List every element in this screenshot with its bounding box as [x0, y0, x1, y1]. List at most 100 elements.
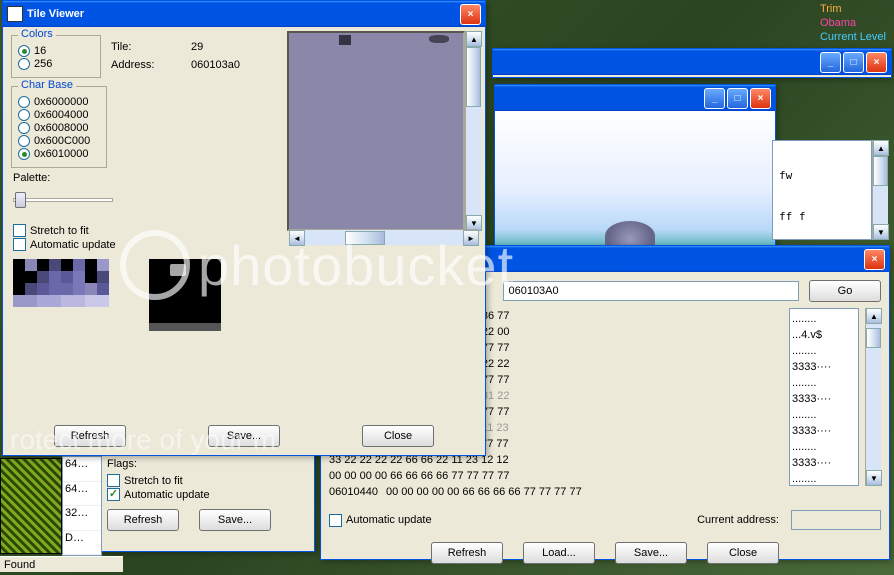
swatch[interactable] [85, 295, 97, 307]
textbox-fragment: fw ff f [772, 140, 872, 240]
swatch[interactable] [73, 271, 85, 283]
swatch[interactable] [49, 283, 61, 295]
radio-charbase-3[interactable]: 0x600C000 [18, 135, 100, 147]
swatch[interactable] [73, 295, 85, 307]
tile-preview-canvas[interactable] [287, 31, 465, 231]
bg-titlebar[interactable]: _ □ × [493, 49, 891, 75]
auto-check[interactable]: Automatic update [107, 488, 308, 501]
address-input[interactable] [503, 281, 799, 301]
refresh-button[interactable]: Refresh [431, 542, 503, 564]
scroll-down[interactable]: ▼ [866, 470, 882, 486]
scroll-track[interactable] [873, 156, 888, 224]
side-item: 64… [63, 457, 101, 482]
minimize-button[interactable]: _ [820, 52, 841, 73]
minimap [0, 458, 62, 554]
stretch-label: Stretch to fit [30, 225, 89, 237]
ascii-panel: ...........4.v$........3333····........3… [789, 308, 859, 486]
swatch[interactable] [25, 283, 37, 295]
scroll-up[interactable]: ▲ [466, 31, 482, 47]
palette-slider[interactable] [13, 188, 113, 210]
swatch[interactable] [49, 295, 61, 307]
swatch[interactable] [13, 283, 25, 295]
radio-charbase-4[interactable]: 0x6010000 [18, 148, 100, 160]
swatch[interactable] [73, 283, 85, 295]
close-button[interactable]: × [750, 88, 771, 109]
go-button[interactable]: Go [809, 280, 881, 302]
swatch[interactable] [61, 271, 73, 283]
tile-label: Tile: [111, 41, 191, 53]
swatch[interactable] [61, 283, 73, 295]
radio-charbase-0[interactable]: 0x6000000 [18, 96, 100, 108]
stretch-check[interactable]: Stretch to fit [13, 224, 281, 237]
addr-label: Address: [111, 59, 191, 71]
swatch[interactable] [85, 271, 97, 283]
swatch[interactable] [37, 283, 49, 295]
preview-hscroll[interactable]: ◄ ► [289, 229, 479, 245]
swatch[interactable] [73, 259, 85, 271]
save-button[interactable]: Save... [615, 542, 687, 564]
side-column: 64…64…32…D… [62, 456, 102, 556]
swatch[interactable] [97, 259, 109, 271]
swatch[interactable] [13, 295, 25, 307]
swatch[interactable] [49, 259, 61, 271]
close-button[interactable]: Close [707, 542, 779, 564]
radio-256[interactable]: 256 [18, 58, 94, 70]
swatch[interactable] [49, 271, 61, 283]
game-trim: Trim [820, 2, 886, 16]
refresh-button[interactable]: Refresh [54, 425, 126, 447]
scroll-up[interactable]: ▲ [873, 140, 889, 156]
palette-swatches[interactable] [13, 259, 109, 331]
swatch[interactable] [97, 295, 109, 307]
swatch[interactable] [25, 259, 37, 271]
swatch[interactable] [97, 271, 109, 283]
swatch[interactable] [13, 259, 25, 271]
scroll-down[interactable]: ▼ [873, 224, 889, 240]
refresh-button[interactable]: Refresh [107, 509, 179, 531]
swatch[interactable] [61, 259, 73, 271]
hex-scroll[interactable]: ▲ ▼ [865, 308, 881, 486]
close-button[interactable]: × [866, 52, 887, 73]
swatch[interactable] [85, 259, 97, 271]
scroll-right[interactable]: ► [463, 230, 479, 246]
swatch[interactable] [61, 295, 73, 307]
auto-check[interactable]: Automatic update [13, 238, 281, 251]
swatch[interactable] [97, 283, 109, 295]
current-addr-label: Current address: [697, 514, 779, 526]
hex-row[interactable]: 00 00 00 00 66 66 66 66 77 77 77 77 [329, 468, 783, 484]
auto-update-check[interactable]: Automatic update [329, 514, 432, 527]
game-info-panel: Trim Obama Current Level [812, 0, 894, 46]
save-button[interactable]: Save... [208, 425, 280, 447]
colors-legend: Colors [18, 28, 56, 40]
frag-scroll[interactable]: ▲ ▼ [872, 140, 888, 240]
save-button[interactable]: Save... [199, 509, 271, 531]
close-button[interactable]: × [460, 4, 481, 25]
minimize-button[interactable]: _ [704, 88, 725, 109]
swatch[interactable] [13, 271, 25, 283]
swatch[interactable] [25, 295, 37, 307]
swatch[interactable] [37, 295, 49, 307]
close-button[interactable]: Close [362, 425, 434, 447]
preview-vscroll[interactable]: ▲ ▼ [465, 31, 481, 231]
hex-addr-row: 06010440 00 00 00 00 00 66 66 66 66 77 7… [329, 484, 783, 500]
swatch[interactable] [85, 283, 97, 295]
tile-zoom [149, 259, 221, 331]
maximize-button[interactable]: □ [843, 52, 864, 73]
maximize-button[interactable]: □ [727, 88, 748, 109]
swatch[interactable] [25, 271, 37, 283]
game-level: Current Level [820, 30, 886, 44]
radio-16[interactable]: 16 [18, 45, 94, 57]
close-button[interactable]: × [864, 249, 885, 270]
radio-charbase-1[interactable]: 0x6004000 [18, 109, 100, 121]
tile-titlebar[interactable]: Tile Viewer × [3, 1, 485, 27]
load-button[interactable]: Load... [523, 542, 595, 564]
swatch[interactable] [37, 259, 49, 271]
stretch-label: Stretch to fit [124, 475, 183, 487]
radio-charbase-2[interactable]: 0x6008000 [18, 122, 100, 134]
scroll-up[interactable]: ▲ [866, 308, 882, 324]
swatch[interactable] [37, 271, 49, 283]
emu-titlebar[interactable]: _ □ × [495, 85, 775, 111]
found-text: Found [4, 559, 35, 571]
ascii-row: ........ [792, 407, 856, 423]
scroll-left[interactable]: ◄ [289, 230, 305, 246]
stretch-check[interactable]: Stretch to fit [107, 474, 308, 487]
